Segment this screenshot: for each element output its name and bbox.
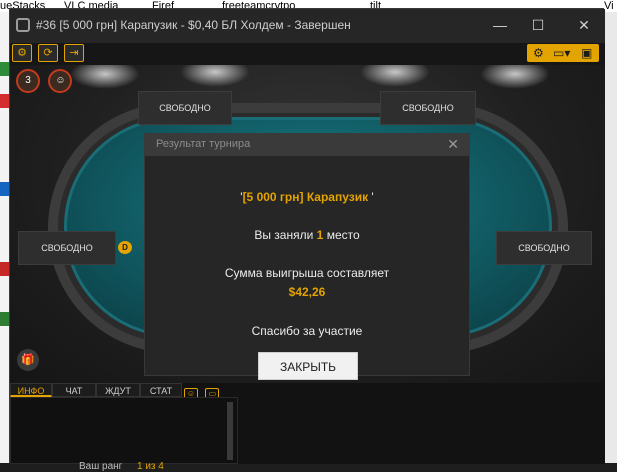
rank-badge-icon[interactable]: 3: [16, 69, 40, 93]
spot-light: [180, 65, 250, 87]
desktop-app-icon[interactable]: [0, 312, 9, 326]
view-controls: ⚙ ▭▾ ▣: [527, 44, 599, 62]
seat-right[interactable]: СВОБОДНО: [496, 231, 592, 265]
place-value: 1: [316, 228, 324, 242]
seat-top-right[interactable]: СВОБОДНО: [380, 91, 476, 125]
desktop: ueStacks VLC media Firef freeteamcrytpo …: [0, 0, 617, 472]
tab-waiting[interactable]: ЖДУТ: [96, 383, 140, 397]
app-logo-icon: [16, 18, 30, 32]
layout-icon[interactable]: ▭▾: [553, 45, 570, 61]
prize-label: Сумма выигрыша составляет: [224, 266, 390, 280]
close-icon[interactable]: ✕: [447, 136, 459, 153]
seat-left[interactable]: СВОБОДНО: [18, 231, 116, 265]
tab-stats[interactable]: СТАТ: [140, 383, 182, 397]
tournament-result-dialog: Результат турнира ✕ '[5 000 грн] Карапуз…: [144, 133, 470, 380]
window-title: #36 [5 000 грн] Карапузик - $0,40 БЛ Хол…: [36, 18, 351, 32]
taskbar-item-vi[interactable]: Vi: [604, 0, 617, 12]
dialog-header: Результат турнира ✕: [145, 134, 469, 156]
dialog-title: Результат турнира: [156, 138, 251, 150]
chat-tools: ☺ ▭ ◂: [184, 383, 240, 418]
gear-icon[interactable]: ⚙: [12, 44, 32, 62]
bottom-panel: ИНФО ЧАТ ЖДУТ СТАТ ☺ ▭ ◂ Ваш ранг 1 из 4: [10, 383, 605, 472]
tab-info[interactable]: ИНФО: [10, 383, 52, 397]
poker-table-window: #36 [5 000 грн] Карапузик - $0,40 БЛ Хол…: [9, 8, 605, 472]
dealer-button: D: [118, 241, 132, 254]
window-icon[interactable]: ▣: [581, 45, 592, 61]
tournament-name: '[5 000 грн] Карапузик ': [240, 190, 374, 204]
minimize-button[interactable]: —: [488, 15, 512, 35]
spot-light: [480, 65, 550, 89]
spot-light: [70, 65, 140, 89]
place-line: Вы заняли 1 место: [145, 228, 469, 242]
thanks-text: Спасибо за участие: [251, 324, 363, 338]
desktop-app-icon[interactable]: [0, 62, 9, 76]
place-prefix: Вы заняли: [254, 228, 314, 242]
close-window-button[interactable]: ✕: [572, 15, 596, 35]
player-badges: 3 ☺: [16, 69, 76, 93]
desktop-app-icon[interactable]: [0, 182, 9, 196]
settings-icon[interactable]: ⚙: [533, 45, 544, 61]
close-dialog-button[interactable]: ЗАКРЫТЬ: [258, 352, 358, 380]
scrollbar[interactable]: [227, 402, 233, 460]
seat-top-left[interactable]: СВОБОДНО: [138, 91, 232, 125]
exit-icon[interactable]: ⇥: [64, 44, 84, 62]
avatar-badge-icon[interactable]: ☺: [48, 69, 73, 93]
gift-icon[interactable]: 🎁: [17, 349, 39, 371]
place-suffix: место: [326, 228, 360, 242]
desktop-right-strip: [604, 12, 617, 463]
title-bar[interactable]: #36 [5 000 грн] Карапузик - $0,40 БЛ Хол…: [10, 9, 605, 43]
info-panel: Ваш ранг 1 из 4: [10, 397, 238, 472]
dialog-body: '[5 000 грн] Карапузик ' Вы заняли 1 мес…: [145, 156, 469, 380]
spot-light: [360, 65, 430, 87]
refresh-icon[interactable]: ⟳: [38, 44, 58, 62]
table-toolbar: ⚙ ⟳ ⇥ ⚙ ▭▾ ▣: [10, 43, 605, 65]
desktop-app-icon[interactable]: [0, 262, 9, 276]
tab-chat[interactable]: ЧАТ: [52, 383, 96, 397]
desktop-app-icon[interactable]: [0, 94, 9, 108]
maximize-button[interactable]: ☐: [526, 15, 550, 35]
prize-amount: $42,26: [288, 285, 326, 299]
desktop-left-strip: [0, 12, 9, 463]
